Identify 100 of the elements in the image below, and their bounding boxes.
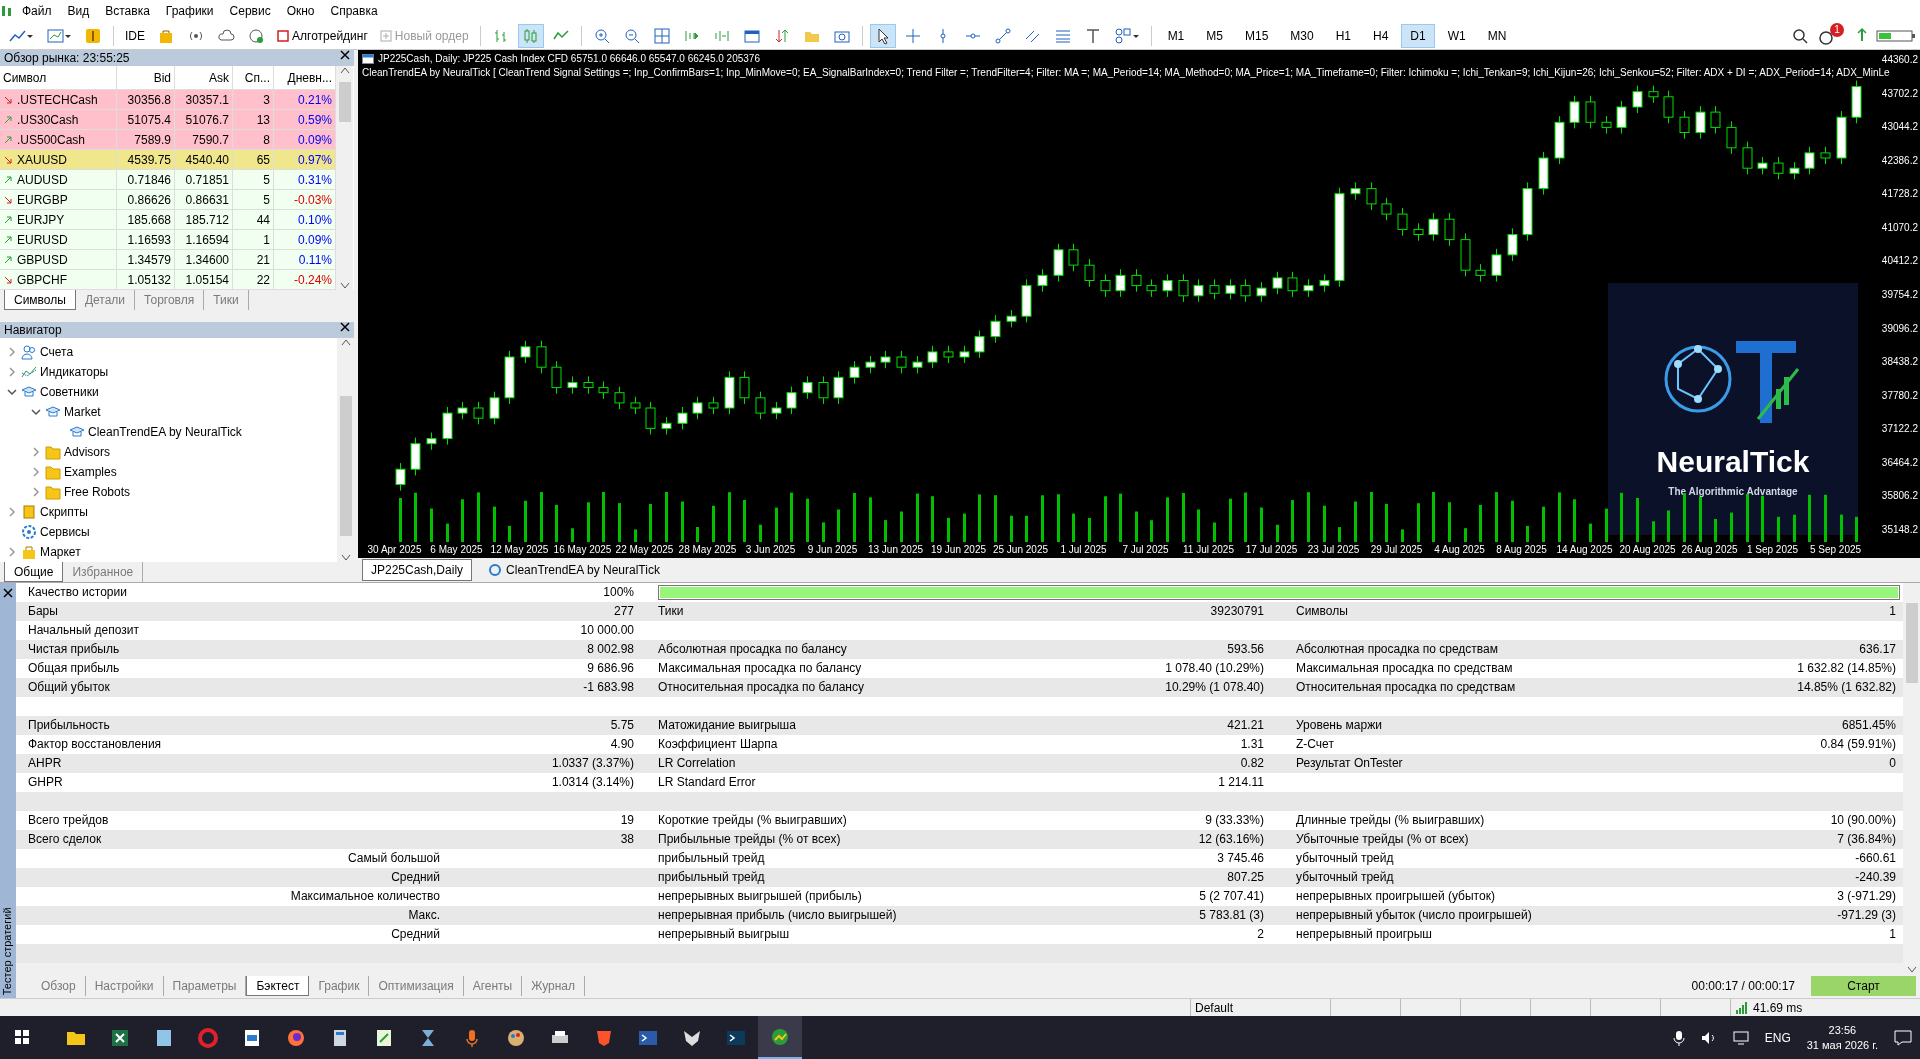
tree-item[interactable]: Free Robots: [64, 483, 131, 501]
table-cell: 22: [233, 270, 274, 290]
algo-trading-button[interactable]: Алготрейдинг: [273, 23, 372, 48]
close-icon[interactable]: [340, 322, 350, 332]
grid-icon[interactable]: [652, 26, 671, 45]
timeframe-button[interactable]: H1: [1326, 23, 1360, 48]
menu-item[interactable]: Файл: [14, 2, 60, 20]
column-header[interactable]: Дневн...: [274, 66, 336, 90]
column-header[interactable]: Bid: [117, 66, 175, 90]
microphone-icon: [1672, 1029, 1685, 1046]
candle: [990, 314, 1001, 344]
close-icon[interactable]: [340, 50, 350, 60]
stat-value: 636.17: [1859, 642, 1896, 656]
stat-label: Длинные трейды (% выигравших): [1296, 813, 1485, 827]
chart-tab[interactable]: JP225Cash,Daily: [362, 559, 473, 581]
tab[interactable]: Обзор: [32, 976, 86, 996]
timeframe-button[interactable]: M5: [1197, 23, 1232, 48]
column-header[interactable]: Ask: [175, 66, 233, 90]
chevron-icon[interactable]: [6, 386, 18, 398]
tab[interactable]: Торговля: [135, 290, 205, 310]
tab[interactable]: Тики: [204, 290, 249, 310]
menu-item[interactable]: Вставка: [97, 2, 158, 20]
tab[interactable]: График: [309, 976, 370, 996]
scroll-down-icon[interactable]: [340, 554, 351, 562]
tree-item[interactable]: CleanTrendEA by NeuralTick: [88, 423, 242, 441]
chevron-icon[interactable]: [30, 406, 42, 418]
scroll-thumb[interactable]: [338, 82, 351, 122]
scroll-up-icon[interactable]: [339, 66, 350, 74]
clock-time[interactable]: 23:56: [1828, 1022, 1857, 1038]
timeframe-button[interactable]: D1: [1401, 23, 1435, 48]
table-cell: 13: [233, 110, 274, 130]
tab[interactable]: Журнал: [522, 976, 585, 996]
tree-item[interactable]: Examples: [64, 463, 117, 481]
close-icon[interactable]: [3, 587, 13, 598]
tree-item[interactable]: Advisors: [64, 443, 110, 461]
date-label: 26 Aug 2025: [1681, 543, 1738, 557]
scroll-down-icon[interactable]: [1906, 966, 1917, 974]
stat-label: Качество истории: [28, 585, 127, 599]
globe-icon[interactable]: [247, 26, 265, 45]
timeframe-button[interactable]: M30: [1281, 23, 1323, 48]
tab[interactable]: Бэктест: [246, 976, 310, 996]
chart-tab[interactable]: CleanTrendEA by NeuralTick: [480, 560, 668, 580]
menu-item[interactable]: Справка: [322, 2, 386, 20]
ring-icon[interactable]: [197, 1026, 219, 1049]
timeframe-button[interactable]: M1: [1158, 23, 1194, 48]
table-cell: 185.668: [117, 210, 175, 230]
table-cell: 7590.7: [175, 130, 233, 150]
menu-item[interactable]: Сервис: [221, 2, 279, 20]
menu-item[interactable]: Графики: [157, 2, 222, 20]
scroll-thumb[interactable]: [1905, 603, 1918, 683]
tab[interactable]: Оптимизация: [369, 976, 464, 996]
table-cell: 1.16593: [117, 230, 175, 250]
scroll-down-icon[interactable]: [339, 282, 350, 290]
ide-button[interactable]: IDE: [121, 23, 149, 48]
tree-item[interactable]: Маркет: [40, 543, 81, 561]
language-indicator[interactable]: ENG: [1764, 1028, 1791, 1047]
column-header[interactable]: Символ: [0, 66, 117, 90]
shapes-icon[interactable]: [1113, 26, 1140, 45]
candle: [943, 345, 954, 364]
symbol-name: XAUUSD: [17, 151, 67, 169]
stat-label: Максимальная просадка по балансу: [658, 661, 862, 675]
tree-item[interactable]: Сервисы: [40, 523, 90, 541]
tab[interactable]: Символы: [4, 290, 76, 310]
tree-item[interactable]: Советники: [40, 383, 99, 401]
candle: [755, 391, 766, 420]
tab[interactable]: Агенты: [463, 976, 523, 996]
timeframe-button[interactable]: MN: [1478, 23, 1516, 48]
folder-icon: [45, 464, 61, 480]
chart-window-icon[interactable]: [46, 26, 72, 45]
tree-item[interactable]: Market: [64, 403, 101, 421]
tab[interactable]: Детали: [75, 290, 136, 310]
candle: [1757, 156, 1768, 175]
scroll-up-icon[interactable]: [340, 338, 351, 346]
tree-item[interactable]: Индикаторы: [40, 363, 109, 381]
tab[interactable]: Избранное: [63, 562, 144, 582]
notification-center-icon[interactable]: [1894, 1029, 1912, 1046]
clock-date[interactable]: 31 мая 2026 г.: [1806, 1037, 1878, 1053]
timeframe-button[interactable]: M15: [1235, 23, 1278, 48]
start-button[interactable]: Старт: [1811, 976, 1916, 996]
dollar-icon[interactable]: [84, 26, 102, 45]
tree-item[interactable]: Счета: [40, 343, 74, 361]
menu-item[interactable]: Вид: [59, 2, 98, 20]
tree-item[interactable]: Скрипты: [40, 503, 88, 521]
candle: [630, 396, 641, 415]
daily-change: 0.09%: [274, 230, 336, 250]
tab[interactable]: Общие: [4, 562, 64, 582]
timeframe-button[interactable]: H4: [1364, 23, 1398, 48]
column-header[interactable]: Сп...: [233, 66, 274, 90]
candle: [1742, 141, 1753, 175]
scroll-thumb[interactable]: [339, 396, 352, 536]
timeframe-button[interactable]: W1: [1438, 23, 1475, 48]
zoom-in-icon[interactable]: [592, 26, 611, 45]
table-cell: 7589.9: [117, 130, 175, 150]
tab[interactable]: Настройки: [85, 976, 164, 996]
zoom-out-icon[interactable]: [622, 26, 641, 45]
trend-line-icon[interactable]: [993, 26, 1012, 45]
stat-value: 593.56: [1227, 642, 1264, 656]
search-icon[interactable]: [1791, 26, 1809, 45]
candle: [1648, 85, 1659, 104]
menu-item[interactable]: Окно: [278, 2, 323, 20]
